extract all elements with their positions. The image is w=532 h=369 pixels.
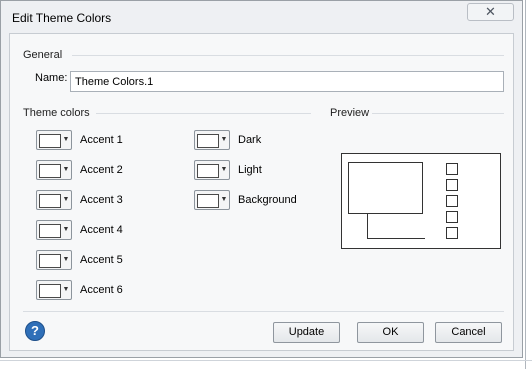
help-icon: ? [31,323,39,338]
update-button[interactable]: Update [273,322,340,343]
help-button[interactable]: ? [25,321,45,341]
color-swatch [39,194,61,208]
accent-5-color-picker[interactable]: ▼ [36,250,72,270]
edit-theme-colors-dialog: Edit Theme Colors ✕ General Name: Theme … [0,0,523,358]
accent-4-color-picker[interactable]: ▼ [36,220,72,240]
cancel-button[interactable]: Cancel [435,322,502,343]
preview-square-4 [446,211,458,223]
general-divider [72,55,504,56]
preview-connector-vertical [367,214,368,239]
preview-divider [372,113,504,114]
color-swatch [39,254,61,268]
general-group-label: General [23,49,63,61]
footer-divider [23,311,504,312]
preview-square-5 [446,227,458,239]
preview-square-2 [446,179,458,191]
dialog-content: General Name: Theme colors Preview ▼ Acc… [9,33,514,351]
color-swatch [197,164,219,178]
accent-2-color-picker[interactable]: ▼ [36,160,72,180]
color-swatch [197,194,219,208]
chevron-down-icon: ▼ [220,166,228,173]
color-swatch [39,224,61,238]
window-shadow-bottom [0,360,532,361]
chevron-down-icon: ▼ [62,136,70,143]
accent-3-label: Accent 3 [80,194,123,206]
color-swatch [39,284,61,298]
close-icon: ✕ [485,4,496,19]
chevron-down-icon: ▼ [220,196,228,203]
preview-group-label: Preview [330,107,370,119]
chevron-down-icon: ▼ [62,196,70,203]
light-color-picker[interactable]: ▼ [194,160,230,180]
dark-label: Dark [238,134,262,146]
title-bar: Edit Theme Colors ✕ [1,1,522,33]
accent-6-color-picker[interactable]: ▼ [36,280,72,300]
accent-1-color-picker[interactable]: ▼ [36,130,72,150]
window-shadow-right [525,0,526,369]
accent-1-label: Accent 1 [80,134,123,146]
chevron-down-icon: ▼ [62,166,70,173]
preview-connector-horizontal [367,238,425,239]
dark-color-picker[interactable]: ▼ [194,130,230,150]
color-swatch [39,134,61,148]
color-swatch [39,164,61,178]
chevron-down-icon: ▼ [62,286,70,293]
accent-3-color-picker[interactable]: ▼ [36,190,72,210]
background-label: Background [238,194,297,206]
background-color-picker[interactable]: ▼ [194,190,230,210]
accent-2-label: Accent 2 [80,164,123,176]
theme-colors-group-label: Theme colors [23,107,90,119]
preview-content-rect [348,162,423,214]
theme-preview [341,153,501,249]
preview-square-3 [446,195,458,207]
preview-square-1 [446,163,458,175]
name-input[interactable] [70,71,504,92]
chevron-down-icon: ▼ [62,226,70,233]
ok-button[interactable]: OK [357,322,424,343]
name-label: Name: [35,72,68,84]
chevron-down-icon: ▼ [62,256,70,263]
theme-colors-divider [96,113,311,114]
accent-4-label: Accent 4 [80,224,123,236]
close-button[interactable]: ✕ [467,3,514,21]
accent-6-label: Accent 6 [80,284,123,296]
dialog-title: Edit Theme Colors [12,11,112,25]
color-swatch [197,134,219,148]
accent-5-label: Accent 5 [80,254,123,266]
chevron-down-icon: ▼ [220,136,228,143]
light-label: Light [238,164,262,176]
